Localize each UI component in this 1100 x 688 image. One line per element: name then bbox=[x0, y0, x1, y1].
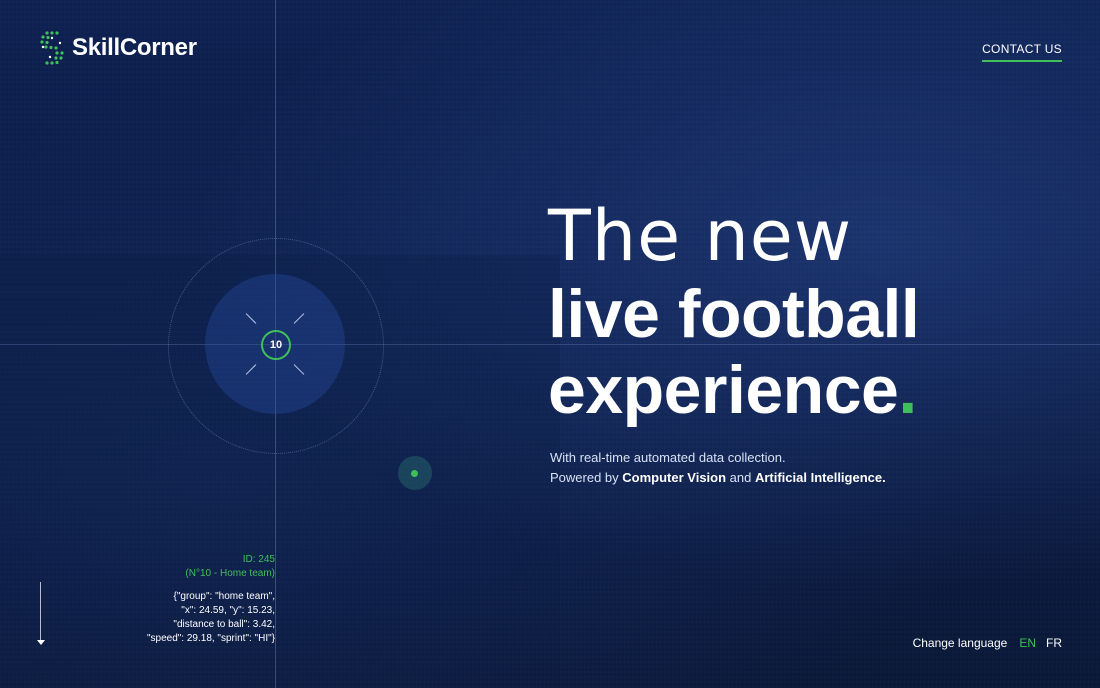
json-line: "x": 24.59, "y": 15.23, bbox=[181, 605, 275, 616]
hero-line-3-text: experience bbox=[548, 352, 899, 428]
change-language-label: Change language bbox=[912, 636, 1008, 650]
hero-green-dot: . bbox=[898, 352, 917, 428]
hero-heading: The new live football experience. bbox=[548, 195, 920, 428]
subtext-computer-vision: Computer Vision bbox=[622, 470, 727, 485]
subtext-ai: Artificial Intelligence. bbox=[754, 470, 886, 485]
subtext-line-1: With real-time automated data collection… bbox=[550, 450, 786, 465]
brand-name: SkillCorner bbox=[72, 34, 197, 61]
hero-line-2: live football bbox=[548, 276, 920, 352]
scroll-down-arrow-icon[interactable] bbox=[40, 582, 41, 642]
language-switcher: Change language EN FR bbox=[913, 636, 1062, 650]
hero-line-3: experience. bbox=[548, 352, 919, 428]
scroll-down-arrowhead-icon bbox=[37, 640, 45, 645]
player-data-panel: ID: 245 (N°10 - Home team) {"group": "ho… bbox=[147, 553, 275, 646]
hero-subtext: With real-time automated data collection… bbox=[550, 448, 886, 488]
ball-marker-icon bbox=[411, 470, 418, 477]
subtext-line-2: Powered by Computer Vision and Artificia… bbox=[550, 468, 886, 488]
json-line: "distance to ball": 3.42, bbox=[173, 619, 275, 630]
subtext-and: and bbox=[726, 470, 755, 485]
hero-line-1: The new bbox=[548, 195, 853, 277]
json-line: {"group": "home team", bbox=[173, 591, 275, 602]
skillcorner-logo-icon bbox=[40, 31, 64, 65]
language-option-fr[interactable]: FR bbox=[1046, 636, 1062, 650]
player-team-label: (N°10 - Home team) bbox=[185, 568, 275, 579]
json-line: "speed": 29.18, "sprint": "HI"} bbox=[146, 633, 275, 644]
player-id: ID: 245 bbox=[242, 554, 275, 565]
subtext-prefix: Powered by bbox=[550, 470, 623, 485]
player-number-marker[interactable]: 10 bbox=[261, 330, 291, 360]
language-option-en[interactable]: EN bbox=[1019, 636, 1036, 650]
contact-us-link[interactable]: CONTACT US bbox=[982, 42, 1062, 62]
logo-link[interactable]: SkillCorner bbox=[38, 30, 197, 66]
player-json-data: {"group": "home team", "x": 24.59, "y": … bbox=[147, 590, 275, 646]
